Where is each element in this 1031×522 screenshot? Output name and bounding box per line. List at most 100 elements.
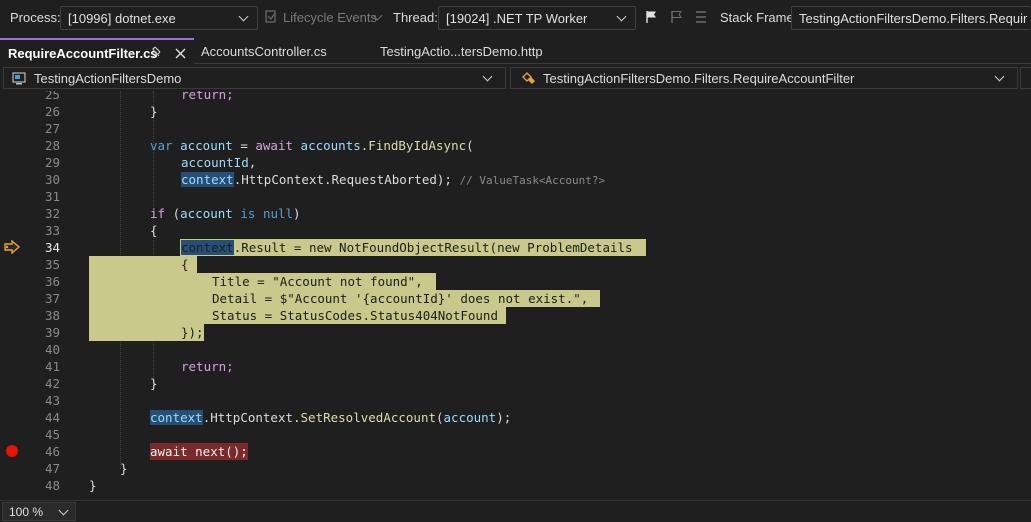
context-reference: context bbox=[181, 172, 234, 187]
code-text: .HttpContext. bbox=[202, 410, 301, 425]
type-dropdown[interactable]: TestingActionFiltersDemo.Filters.Require… bbox=[510, 67, 1018, 89]
process-label: Process: bbox=[10, 10, 61, 25]
keyword: await bbox=[255, 138, 294, 153]
lifecycle-icon[interactable] bbox=[264, 10, 278, 24]
code-editor[interactable]: 25 26 27 28 29 30 31 32 33 34 35 36 37 3… bbox=[0, 91, 1031, 500]
punctuation: ) bbox=[293, 206, 301, 221]
code-text: .HttpContext.RequestAborted); bbox=[233, 172, 452, 187]
code-line-28: var account = await accounts.FindByIdAsy… bbox=[150, 138, 474, 153]
chevron-down-icon bbox=[616, 11, 627, 22]
debug-location-toolbar: Process: [10996] dotnet.exe Lifecycle Ev… bbox=[0, 0, 1031, 36]
line-number: 30 bbox=[44, 172, 60, 187]
code-line-42: } bbox=[150, 376, 158, 391]
line-number: 26 bbox=[44, 104, 60, 119]
line-number: 31 bbox=[44, 189, 60, 204]
process-dropdown[interactable]: [10996] dotnet.exe bbox=[60, 6, 258, 30]
line-number: 44 bbox=[44, 410, 60, 425]
stack-frame-dropdown[interactable]: TestingActionFiltersDemo.Filters.Requir bbox=[791, 6, 1031, 30]
identifier: accountId bbox=[181, 155, 249, 170]
line-number: 28 bbox=[44, 138, 60, 153]
line-number: 37 bbox=[44, 291, 60, 306]
line-number: 39 bbox=[44, 325, 60, 340]
keyword: var bbox=[150, 138, 173, 153]
line-number: 34 bbox=[44, 240, 60, 255]
code-line-33: { bbox=[150, 223, 158, 238]
zoom-level: 100 % bbox=[9, 505, 44, 519]
code-line-25: return; bbox=[181, 91, 234, 102]
close-icon[interactable] bbox=[175, 47, 186, 62]
code-line-35: { bbox=[181, 257, 189, 272]
code-line-48: } bbox=[89, 478, 97, 493]
line-number: 43 bbox=[44, 393, 60, 408]
zoom-dropdown[interactable]: 100 % bbox=[2, 502, 76, 521]
member-dropdown[interactable] bbox=[1020, 67, 1031, 89]
chevron-down-icon bbox=[994, 71, 1005, 82]
tab-label: RequireAccountFilter.cs bbox=[8, 46, 158, 61]
stack-frame-label: Stack Frame: bbox=[720, 10, 798, 25]
method-name: SetResolvedAccount bbox=[300, 410, 436, 425]
code-line-39: }); bbox=[181, 325, 204, 340]
code-line-26: } bbox=[150, 104, 158, 119]
keyword: is bbox=[240, 206, 256, 221]
code-line-46: await next(); bbox=[150, 443, 248, 460]
line-number: 47 bbox=[44, 461, 60, 476]
code-line-30: context.HttpContext.RequestAborted); // … bbox=[181, 171, 605, 188]
document-tab-bar: RequireAccountFilter.cs AccountsControll… bbox=[0, 38, 1031, 64]
code-line-29: accountId, bbox=[181, 154, 256, 171]
identifier: account bbox=[443, 410, 497, 425]
line-number: 29 bbox=[44, 155, 60, 170]
line-number: 35 bbox=[44, 257, 60, 272]
line-number: 46 bbox=[44, 444, 60, 459]
project-dropdown[interactable]: TestingActionFiltersDemo bbox=[3, 67, 506, 89]
punctuation: ( bbox=[466, 138, 474, 153]
chevron-down-icon bbox=[482, 71, 493, 82]
keyword: if bbox=[150, 206, 166, 221]
tab-require-account-filter[interactable]: RequireAccountFilter.cs bbox=[0, 38, 194, 64]
keyword: null bbox=[262, 206, 294, 221]
thread-dropdown[interactable]: [19024] .NET TP Worker bbox=[438, 6, 636, 30]
line-number: 36 bbox=[44, 274, 60, 289]
line-number: 32 bbox=[44, 206, 60, 221]
current-statement-arrow-icon bbox=[4, 239, 21, 257]
line-number: 27 bbox=[44, 121, 60, 136]
punctuation: ( bbox=[436, 410, 444, 425]
method-name: FindByIdAsync bbox=[368, 138, 467, 153]
line-number: 40 bbox=[44, 342, 60, 357]
thread-value: [19024] .NET TP Worker bbox=[446, 11, 588, 26]
code-line-41: return; bbox=[181, 359, 234, 374]
editor-status-bar: 100 % bbox=[0, 500, 1031, 522]
tab-label: TestingActio...tersDemo.http bbox=[380, 44, 543, 59]
lifecycle-events-button[interactable]: Lifecycle Events bbox=[283, 10, 377, 25]
breakpoint-icon[interactable] bbox=[6, 445, 18, 457]
context-reference: context bbox=[150, 410, 203, 425]
line-number: 45 bbox=[44, 427, 60, 442]
code-line-44: context.HttpContext.SetResolvedAccount(a… bbox=[150, 409, 511, 426]
code-line-32: if (account is null) bbox=[150, 205, 301, 222]
csharp-project-icon bbox=[12, 72, 26, 88]
line-number: 48 bbox=[44, 478, 60, 493]
punctuation: ( bbox=[165, 206, 181, 221]
class-icon bbox=[522, 72, 537, 88]
inline-hint: // ValueTask<Account?> bbox=[459, 174, 606, 187]
tab-http-file[interactable]: TestingActio...tersDemo.http bbox=[372, 38, 548, 64]
punctuation: , bbox=[248, 155, 257, 170]
navigation-bar: TestingActionFiltersDemo TestingActionFi… bbox=[0, 65, 1031, 91]
flag-icon[interactable] bbox=[644, 10, 658, 24]
tab-accounts-controller[interactable]: AccountsController.cs bbox=[194, 38, 368, 64]
identifier: account bbox=[180, 206, 233, 221]
code-line-34: context.Result = new NotFoundObjectResul… bbox=[181, 239, 633, 256]
stack-frame-value: TestingActionFiltersDemo.Filters.Requir bbox=[799, 11, 1028, 26]
chevron-down-icon bbox=[238, 11, 249, 22]
line-number: 25 bbox=[44, 91, 60, 102]
line-number: 33 bbox=[44, 223, 60, 238]
code-line-36: Title = "Account not found", bbox=[212, 274, 423, 289]
pin-icon[interactable] bbox=[151, 46, 163, 62]
flag-thread-icon[interactable] bbox=[669, 10, 683, 24]
show-threads-icon[interactable] bbox=[694, 10, 708, 24]
code-text: .Result = new NotFoundObjectResult(new P… bbox=[233, 240, 633, 255]
line-number: 42 bbox=[44, 376, 60, 391]
context-reference: context bbox=[181, 240, 234, 255]
code-line-37: Detail = $"Account '{accountId}' does no… bbox=[212, 291, 589, 306]
type-name: TestingActionFiltersDemo.Filters.Require… bbox=[543, 71, 855, 86]
project-name: TestingActionFiltersDemo bbox=[34, 71, 182, 86]
